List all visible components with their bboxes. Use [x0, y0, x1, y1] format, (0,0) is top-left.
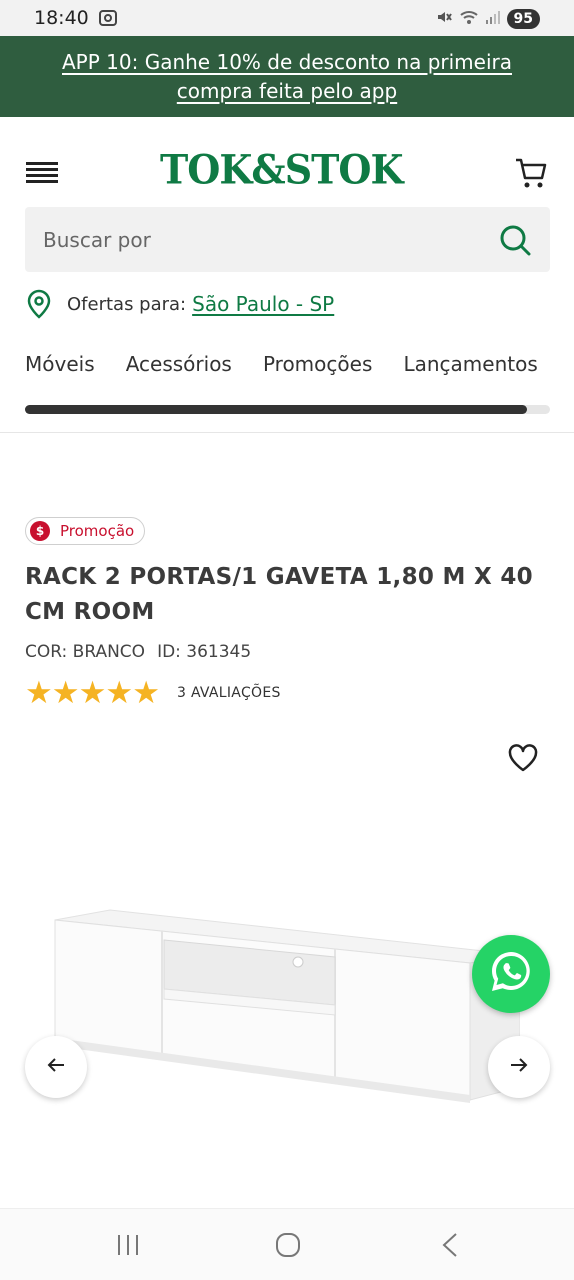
product-image[interactable]	[50, 905, 521, 1105]
site-header: TOK&STOK	[0, 117, 574, 207]
nav-tab-lancamentos[interactable]: Lançamentos	[403, 352, 537, 376]
location-label: Ofertas para:	[67, 293, 187, 315]
rating-row[interactable]: ★ ★ ★ ★ ★ 3 AVALIAÇÕES	[25, 677, 281, 709]
whatsapp-icon	[486, 947, 536, 1001]
status-bar: 18:40 95	[0, 0, 574, 36]
star-icon: ★	[78, 675, 107, 711]
location-link[interactable]: São Paulo - SP	[192, 292, 334, 316]
product-title: RACK 2 PORTAS/1 GAVETA 1,80 M X 40 CM RO…	[25, 564, 533, 625]
nav-tab-acessorios[interactable]: Acessórios	[126, 352, 232, 376]
menu-icon[interactable]	[26, 162, 58, 184]
recent-apps-icon[interactable]	[114, 1233, 142, 1261]
search-bar	[25, 207, 550, 272]
pin-icon	[25, 289, 53, 319]
signal-icon	[485, 9, 501, 29]
site-logo[interactable]: TOK&STOK	[160, 146, 404, 193]
dollar-icon: $	[30, 521, 50, 541]
promo-badge: $ Promoção	[25, 517, 146, 545]
star-icon: ★	[51, 675, 80, 711]
star-icon: ★	[105, 675, 134, 711]
product-color: COR: BRANCO	[25, 642, 146, 662]
arrow-right-icon	[509, 1057, 529, 1077]
category-nav: Móveis Acessórios Promoções Lançamentos	[25, 352, 574, 386]
battery-indicator: 95	[506, 9, 540, 29]
mute-icon	[435, 8, 453, 30]
rating-stars: ★ ★ ★ ★ ★	[25, 675, 160, 711]
product-id: ID: 361345	[157, 642, 252, 662]
product-meta: COR: BRANCO ID: 361345	[25, 642, 251, 662]
screenshot-icon	[98, 9, 118, 31]
promo-badge-label: Promoção	[60, 522, 135, 540]
carousel-prev-button[interactable]	[25, 1036, 87, 1098]
home-icon[interactable]	[274, 1231, 302, 1263]
arrow-left-icon	[46, 1057, 66, 1077]
cart-icon[interactable]	[514, 155, 550, 191]
back-icon[interactable]	[438, 1231, 462, 1263]
wifi-icon	[459, 9, 479, 29]
carousel-next-button[interactable]	[488, 1036, 550, 1098]
status-time: 18:40	[34, 7, 89, 29]
nav-tab-moveis[interactable]: Móveis	[25, 352, 95, 376]
star-icon: ★	[25, 675, 53, 711]
location-row: Ofertas para: São Paulo - SP	[25, 288, 334, 320]
nav-tab-promocoes[interactable]: Promoções	[263, 352, 372, 376]
heart-icon[interactable]	[508, 744, 538, 772]
status-icons: 95	[435, 8, 540, 30]
promo-banner: APP 10: Ganhe 10% de desconto na primeir…	[0, 36, 574, 117]
system-nav-bar	[0, 1208, 574, 1280]
star-icon: ★	[132, 675, 160, 711]
nav-scrollbar[interactable]	[25, 405, 550, 414]
review-count[interactable]: 3 AVALIAÇÕES	[177, 685, 281, 701]
nav-scrollbar-thumb[interactable]	[25, 405, 528, 414]
search-icon[interactable]	[498, 223, 532, 257]
search-input[interactable]	[43, 207, 483, 272]
promo-banner-link[interactable]: APP 10: Ganhe 10% de desconto na primeir…	[32, 48, 542, 106]
divider	[0, 432, 574, 433]
whatsapp-button[interactable]	[472, 935, 550, 1013]
